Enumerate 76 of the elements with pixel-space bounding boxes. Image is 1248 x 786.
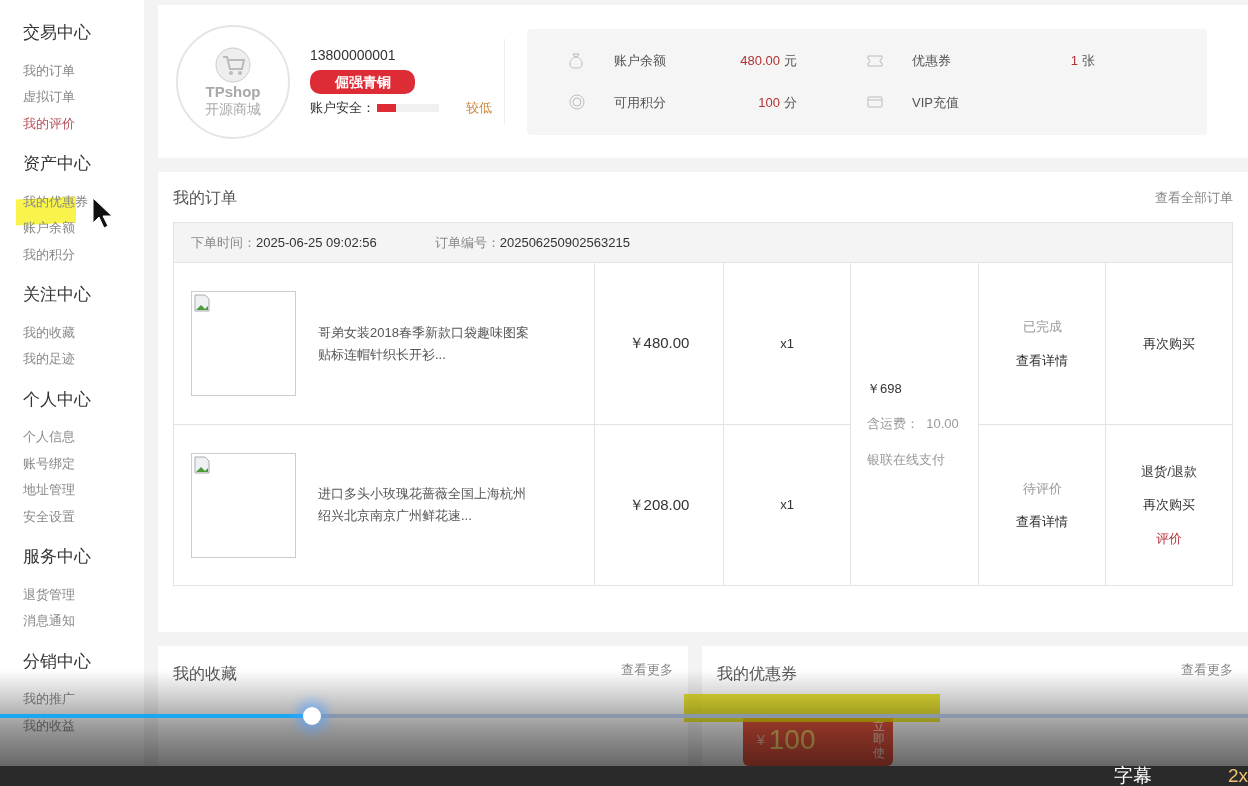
asset-value: 1 <box>1070 52 1078 70</box>
sidebar-item[interactable]: 我的积分 <box>23 241 75 268</box>
ticket-icon <box>867 54 883 67</box>
order-status: 已完成 <box>1022 318 1062 336</box>
price-cell: ￥208.00 <box>595 425 724 585</box>
security-label: 账户安全： <box>310 99 375 118</box>
view-all-link[interactable]: 查看全部订单 <box>1155 188 1233 208</box>
mouse-cursor-icon <box>92 197 114 229</box>
sidebar-item[interactable]: 我的评价 <box>23 110 75 137</box>
product-name[interactable]: 进口多头小玫瑰花蔷薇全国上海杭州绍兴北京南京广州鲜花速... <box>318 483 538 527</box>
view-details-link[interactable]: 查看详情 <box>1016 350 1068 370</box>
asset-value: 480.00 <box>740 52 780 70</box>
sidebar-item[interactable]: 我的足迹 <box>23 346 75 373</box>
product-name[interactable]: 哥弟女装2018春季新款口袋趣味图案贴标连帽针织长开衫... <box>318 321 538 366</box>
broken-image-icon <box>194 455 210 474</box>
section-title: 我的订单 <box>173 188 237 208</box>
security-text: 较低 <box>466 99 492 118</box>
coupon-action: 立即使 <box>873 720 885 760</box>
sidebar-item[interactable]: 我的订单 <box>23 57 75 84</box>
quantity-cell: x1 <box>724 425 851 585</box>
order-total: ￥698 <box>867 379 903 398</box>
order-action-link[interactable]: 再次购买 <box>1143 333 1195 354</box>
order-action-link[interactable]: 再次购买 <box>1143 495 1195 515</box>
order-action-link[interactable]: 退货/退款 <box>1141 461 1197 482</box>
asset-label[interactable]: 账户余额 <box>614 51 666 71</box>
sidebar-heading: 资产中心 <box>23 153 92 175</box>
order-status: 待评价 <box>1022 479 1062 498</box>
section-title: 我的优惠券 <box>717 664 797 684</box>
view-more-link[interactable]: 查看更多 <box>1181 660 1233 680</box>
coin-icon <box>569 94 585 111</box>
money-bag-icon <box>569 52 583 69</box>
asset-label[interactable]: VIP充值 <box>912 92 959 112</box>
sidebar-item[interactable]: 消息通知 <box>23 608 75 635</box>
cart-icon <box>215 46 251 83</box>
card-icon <box>867 96 883 109</box>
asset-unit: 分 <box>784 93 797 112</box>
sidebar-heading: 关注中心 <box>23 284 92 306</box>
sidebar-heading: 分销中心 <box>23 650 92 673</box>
asset-unit: 元 <box>784 52 797 70</box>
phone-number: 13800000001 <box>310 46 397 66</box>
sidebar-heading: 个人中心 <box>23 388 92 411</box>
speed-button[interactable]: 2x <box>1228 766 1248 786</box>
shipping-fee: 含运费： 10.00 <box>867 415 960 434</box>
avatar-subtitle: 开源商城 <box>205 100 261 117</box>
payment-method: 银联在线支付 <box>867 450 946 469</box>
rank-badge: 倔强青铜 <box>310 70 415 95</box>
coupon-amount: 100 <box>768 723 816 757</box>
sidebar-item[interactable]: 我的收藏 <box>23 319 75 346</box>
sidebar-item[interactable]: 退货管理 <box>23 581 75 608</box>
sidebar-item[interactable]: 虚拟订单 <box>23 84 75 111</box>
sidebar-heading: 服务中心 <box>23 546 92 568</box>
asset-value: 100 <box>758 93 780 112</box>
view-more-link[interactable]: 查看更多 <box>621 660 673 680</box>
avatar-brand: TPshop <box>205 82 261 101</box>
order-number-label: 订单编号： <box>434 233 500 252</box>
broken-image-icon <box>194 294 210 312</box>
order-time: 2025-06-25 09:02:56 <box>256 233 377 252</box>
asset-unit: 张 <box>1082 52 1095 70</box>
sidebar-item[interactable]: 安全设置 <box>23 503 75 530</box>
asset-label[interactable]: 可用积分 <box>614 92 666 112</box>
sidebar-item[interactable]: 个人信息 <box>23 424 75 451</box>
order-time-label: 下单时间： <box>191 233 256 252</box>
section-title: 我的收藏 <box>173 664 237 684</box>
sidebar-item[interactable]: 我的推广 <box>23 686 75 713</box>
sidebar-item[interactable]: 地址管理 <box>23 477 75 504</box>
sidebar-item[interactable]: 我的收益 <box>23 712 75 739</box>
order-number: 202506250902563215 <box>499 233 630 252</box>
coupon-currency: ¥ <box>757 730 765 750</box>
sidebar-item[interactable]: 账号绑定 <box>23 450 75 477</box>
view-details-link[interactable]: 查看详情 <box>1016 512 1068 532</box>
quantity-cell: x1 <box>724 263 851 424</box>
order-action-link[interactable]: 评价 <box>1156 528 1182 549</box>
sidebar-heading: 交易中心 <box>23 22 92 44</box>
subtitle-button[interactable]: 字幕 <box>1114 766 1152 786</box>
price-cell: ￥480.00 <box>595 263 724 424</box>
asset-label[interactable]: 优惠券 <box>912 51 951 71</box>
